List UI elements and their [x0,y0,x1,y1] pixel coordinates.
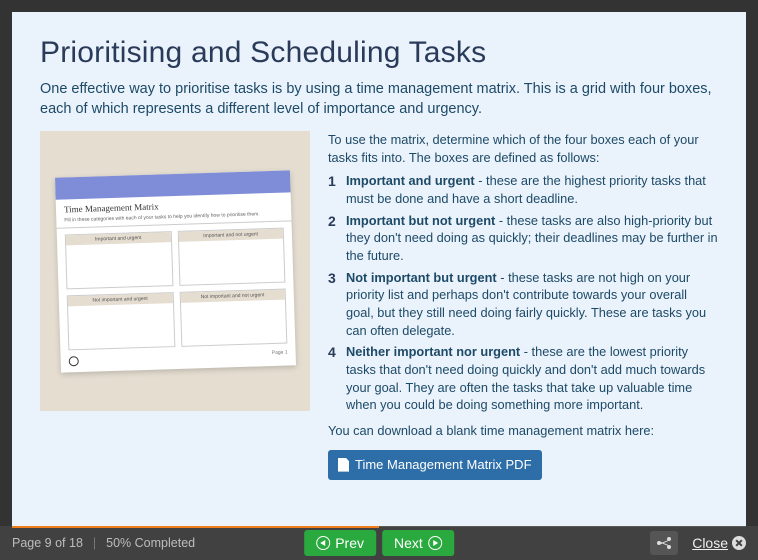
page-indicator: Page 9 of 18 [12,536,83,550]
nav-buttons: Prev Next [304,530,454,556]
download-pdf-label: Time Management Matrix PDF [355,456,532,474]
share-icon [657,537,671,549]
instructions-lead: To use the matrix, determine which of th… [328,131,718,166]
matrix-thumbnail-frame: Time Management Matrix Fill in these cat… [40,131,310,411]
close-button[interactable]: Close [692,535,746,551]
instructions-column: To use the matrix, determine which of th… [328,131,718,479]
matrix-quadrant: Important and urgent [64,231,172,289]
matrix-quadrant: Not important and not urgent [179,288,287,346]
definition-item: Important and urgent - these are the hig… [328,172,718,207]
close-icon [732,536,746,550]
thumbnail-column: Time Management Matrix Fill in these cat… [40,131,310,479]
close-label: Close [692,535,728,551]
matrix-thumb-page: Page 1 [271,349,287,359]
status-text: Page 9 of 18 | 50% Completed [12,536,195,550]
chevron-right-icon [428,536,442,550]
matrix-quadrant: Not important and urgent [66,292,174,350]
page-title: Prioritising and Scheduling Tasks [40,36,718,70]
next-button[interactable]: Next [382,530,454,556]
definition-item: Not important but urgent - these tasks a… [328,269,718,340]
matrix-thumbnail: Time Management Matrix Fill in these cat… [54,170,295,372]
content-columns: Time Management Matrix Fill in these cat… [40,131,718,479]
share-button[interactable] [650,531,678,555]
chevron-left-icon [316,536,330,550]
content-panel: Prioritising and Scheduling Tasks One ef… [12,12,746,526]
logo-icon [68,356,78,366]
page-intro: One effective way to prioritise tasks is… [40,80,718,119]
download-prompt: You can download a blank time management… [328,422,718,440]
bar-right-group: Close [650,531,746,555]
definition-item: Neither important nor urgent - these are… [328,343,718,414]
progress-fill [12,526,379,528]
prev-label: Prev [335,535,364,551]
file-icon [338,458,349,472]
bottom-bar: Page 9 of 18 | 50% Completed Prev Next C… [0,526,758,560]
matrix-quadrant: Important and not urgent [177,227,285,285]
definitions-list: Important and urgent - these are the hig… [328,172,718,414]
separator: | [93,536,96,550]
progress-indicator: 50% Completed [106,536,195,550]
matrix-thumb-grid: Important and urgent Important and not u… [56,221,295,354]
definition-item: Important but not urgent - these tasks a… [328,212,718,265]
download-pdf-button[interactable]: Time Management Matrix PDF [328,450,542,480]
prev-button[interactable]: Prev [304,530,376,556]
next-label: Next [394,535,423,551]
